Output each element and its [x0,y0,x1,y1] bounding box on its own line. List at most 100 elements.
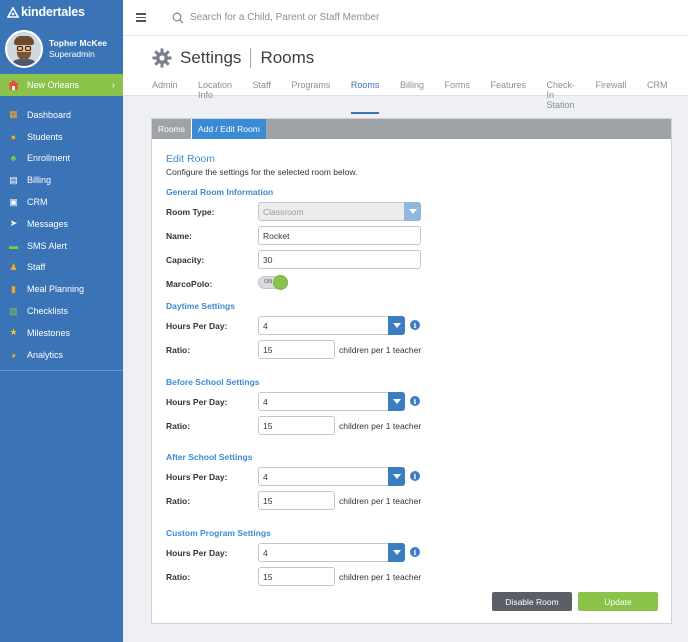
sidebar-item-label: Dashboard [27,109,72,120]
sidebar-item-billing[interactable]: ▤ Billing [0,169,123,191]
ratio-field[interactable]: 15 [258,340,335,359]
custom-program-settings-heading: Custom Program Settings [166,528,271,538]
page-header: Settings Rooms Admin Location Info Staff Pr… [123,36,688,114]
chevron-down-icon[interactable] [388,467,405,486]
user-profile[interactable]: Topher McKee Superadmin [0,24,123,74]
sidebar-item-enrollment[interactable]: ♣ Enrollment [0,148,123,170]
location-name: New Orleans [27,80,80,90]
ratio-value: 15 [263,344,273,355]
info-icon[interactable]: i [410,547,420,557]
avatar[interactable] [5,30,43,68]
tab-forms[interactable]: Forms [444,80,470,114]
form-title: Edit Room [166,153,216,165]
sidebar-item-dashboard[interactable]: ▦ Dashboard [0,104,123,126]
capacity-field[interactable]: 30 [258,250,421,269]
tab-crm[interactable]: CRM [647,80,668,114]
ratio-value: 15 [263,420,273,431]
ratio-suffix: children per 1 teacher [339,345,422,355]
tab-add-edit-room[interactable]: Add / Edit Room [190,119,266,139]
chevron-down-icon[interactable] [388,543,405,562]
hours-per-day-select[interactable]: 4 [258,392,405,411]
location-selector[interactable]: New Orleans › [0,74,123,96]
chevron-down-icon[interactable] [404,202,421,221]
checklist-icon: ▥ [9,305,18,316]
hours-per-day-select[interactable]: 4 [258,543,405,562]
page-subtitle: Rooms [260,48,315,67]
marcopolo-label: MarcoPolo: [166,279,213,289]
tab-programs[interactable]: Programs [291,80,330,114]
sidebar-item-analytics[interactable]: ◕ Analytics [0,344,123,366]
info-icon[interactable]: i [410,320,420,330]
tab-staff[interactable]: Staff [253,80,271,114]
sidebar-item-sms-alert[interactable]: ▬ SMS Alert [0,235,123,257]
sidebar-nav: ▦ Dashboard ● Students ♣ Enrollment ▤ Billing ▣ C… [0,104,123,366]
ratio-field[interactable]: 15 [258,491,335,510]
menu-icon[interactable] [136,11,146,24]
sidebar-item-messages[interactable]: ➤ Messages [0,213,123,235]
messages-icon: ➤ [9,218,18,229]
ratio-suffix: children per 1 teacher [339,572,422,582]
brand-logo[interactable]: kindertales [0,0,123,24]
info-icon[interactable]: i [410,471,420,481]
capacity-value: 30 [263,254,273,265]
hours-per-day-select[interactable]: 4 [258,316,405,335]
sidebar-divider [0,370,123,371]
tab-firewall[interactable]: Firewall [596,80,627,114]
user-name: Topher McKee [49,38,107,48]
search-input[interactable] [190,12,590,23]
school-icon [8,80,19,90]
hours-per-day-select[interactable]: 4 [258,467,405,486]
toggle-state-label: ON [264,279,273,285]
disable-room-button[interactable]: Disable Room [492,592,572,611]
hours-per-day-value: 4 [263,396,268,407]
room-type-value: Classroom [263,206,304,217]
sidebar-item-checklists[interactable]: ▥ Checklists [0,300,123,322]
sidebar-item-staff[interactable]: ♟ Staff [0,257,123,279]
title-divider [250,48,252,68]
tab-admin[interactable]: Admin [152,80,178,114]
tab-rooms[interactable]: Rooms [152,119,191,139]
ratio-field[interactable]: 15 [258,567,335,586]
ratio-field[interactable]: 15 [258,416,335,435]
panel-tabs: Rooms Add / Edit Room [152,119,671,139]
chevron-down-icon[interactable] [388,392,405,411]
tab-check-in-station[interactable]: Check-In Station [546,80,575,114]
sidebar-item-label: Staff [27,262,46,273]
form-subtitle: Configure the settings for the selected … [166,167,358,177]
sidebar-item-label: Meal Planning [27,284,85,295]
marcopolo-toggle[interactable]: ON [258,275,288,290]
sidebar-item-label: Checklists [27,306,69,317]
name-field[interactable]: Rocket [258,226,421,245]
tab-location-info[interactable]: Location Info [198,80,232,114]
sidebar-item-milestones[interactable]: ★ Milestones [0,322,123,344]
tab-billing[interactable]: Billing [400,80,424,114]
tab-rooms[interactable]: Rooms [350,80,380,114]
sidebar-item-label: Milestones [27,327,71,338]
ratio-label: Ratio: [166,572,191,582]
hours-per-day-value: 4 [263,547,268,558]
tab-features[interactable]: Features [490,80,526,114]
sidebar-item-label: Enrollment [27,153,71,164]
hours-per-day-value: 4 [263,320,268,331]
room-type-select[interactable]: Classroom [258,202,421,221]
staff-icon: ♟ [9,261,18,272]
sidebar-item-students[interactable]: ● Students [0,126,123,148]
sidebar-item-label: Billing [27,175,52,186]
after-school-settings-heading: After School Settings [166,452,253,462]
sidebar-item-crm[interactable]: ▣ CRM [0,191,123,213]
sidebar-item-meal-planning[interactable]: ▮ Meal Planning [0,278,123,300]
chevron-right-icon: › [112,80,115,90]
search-icon [172,12,184,23]
hours-per-day-label: Hours Per Day: [166,548,228,558]
chevron-down-icon[interactable] [388,316,405,335]
ratio-suffix: children per 1 teacher [339,421,422,431]
star-icon: ★ [9,327,18,338]
name-value: Rocket [263,230,290,241]
ratio-label: Ratio: [166,345,191,355]
sidebar-item-label: Messages [27,218,69,229]
update-button[interactable]: Update [578,592,658,611]
meal-icon: ▮ [11,283,16,294]
enrollment-icon: ♣ [10,153,17,164]
info-icon[interactable]: i [410,396,420,406]
sms-icon: ▬ [9,240,18,251]
